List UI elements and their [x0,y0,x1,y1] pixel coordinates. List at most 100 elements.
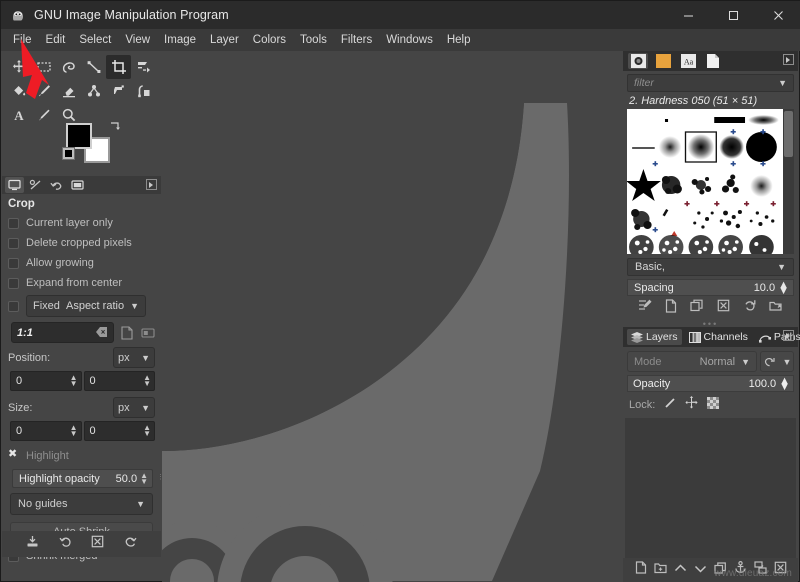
move-tool[interactable] [6,55,31,79]
raise-layer-icon[interactable] [674,561,687,579]
paintbrush-tool[interactable] [31,79,56,103]
menu-colors[interactable]: Colors [246,31,293,49]
save-tool-preset-icon[interactable] [26,535,39,553]
dock-menu-button[interactable] [146,179,157,190]
brush-filter-input[interactable]: filter ▼ [627,74,794,92]
bucket-fill-tool[interactable] [6,79,31,103]
position-y-input[interactable]: 0 ▲ ▼ [83,371,155,391]
delete-layer-icon[interactable] [774,561,787,579]
aspect-ratio-input[interactable]: 1:1 [11,322,114,343]
clear-entry-icon[interactable] [96,324,108,342]
brush-grid-inner[interactable] [625,109,783,259]
eraser-tool[interactable] [56,79,81,103]
size-height-input[interactable]: 0 ▲ ▼ [83,421,155,441]
refresh-brushes-icon[interactable] [743,299,756,317]
lock-pixels-icon[interactable] [664,396,676,414]
anchor-layer-icon[interactable] [734,561,747,579]
guides-combo[interactable]: No guides ▼ [10,493,153,515]
rectangle-select-tool[interactable] [31,55,56,79]
free-select-tool[interactable] [56,55,81,79]
images-tab[interactable] [68,177,87,193]
fixed-checkbox[interactable] [8,300,19,312]
brush-tag-combo[interactable]: Basic, ▼ [627,258,794,276]
airbrush-tool[interactable] [106,79,131,103]
warp-transform-tool[interactable] [81,79,106,103]
menu-layer[interactable]: Layer [203,31,246,49]
menu-filters[interactable]: Filters [334,31,379,49]
swap-colors-icon[interactable] [109,121,121,136]
spinner-arrows-icon[interactable]: ▲ ▼ [778,279,789,296]
duplicate-layer-icon[interactable] [713,561,727,579]
merge-layer-icon[interactable] [753,561,767,579]
lock-alpha-icon[interactable] [707,396,720,414]
menu-edit[interactable]: Edit [39,31,73,49]
size-width-input[interactable]: 0 ▲ ▼ [10,421,82,441]
menu-tools[interactable]: Tools [293,31,334,49]
brushes-dock-menu-button[interactable] [783,54,794,65]
minimize-button[interactable] [666,1,711,29]
paths-tool[interactable] [81,55,106,79]
fonts-tab[interactable]: Aa [678,53,698,69]
delete-cropped-pixels-checkbox[interactable] [8,237,19,249]
size-unit-combo[interactable]: px ▼ [113,397,155,418]
spinner-arrows-icon[interactable]: ▲ ▼ [143,424,151,438]
crop-tool[interactable] [106,55,131,79]
delete-brush-icon[interactable] [717,299,730,317]
menu-file[interactable]: File [6,31,39,49]
edit-brush-icon[interactable] [638,299,652,317]
menu-select[interactable]: Select [72,31,118,49]
menu-windows[interactable]: Windows [379,31,440,49]
tool-options-tab[interactable] [5,177,24,193]
menu-view[interactable]: View [118,31,157,49]
current-layer-only-checkbox[interactable] [8,217,19,229]
pencil-tool[interactable] [31,103,56,127]
position-unit-combo[interactable]: px ▼ [113,347,155,368]
undo-history-tab[interactable] [47,177,66,193]
allow-growing-checkbox[interactable] [8,257,19,269]
landscape-orientation-icon[interactable] [139,323,156,342]
layer-mode-combo[interactable]: Mode Normal ▼ [627,351,757,372]
fixed-aspect-combo[interactable]: Fixed Aspect ratio ▼ [26,295,146,317]
chevron-down-icon[interactable]: ▼ [778,78,787,88]
foreground-color-swatch[interactable] [66,123,92,149]
restore-tool-preset-icon[interactable] [59,535,72,553]
patterns-tab[interactable] [653,53,673,69]
layer-mode-extra-button[interactable]: ▼ [760,351,794,372]
highlight-row[interactable]: Highlight [2,446,161,466]
portrait-orientation-icon[interactable] [118,323,135,342]
brush-grid-scrollbar[interactable] [783,109,794,254]
expand-from-center-checkbox[interactable] [8,277,19,289]
document-history-tab[interactable] [703,53,723,69]
dock-separator-grip[interactable]: ••• [623,319,798,329]
layers-dock-menu-button[interactable] [783,330,794,341]
maximize-button[interactable] [711,1,756,29]
position-x-input[interactable]: 0 ▲ ▼ [10,371,82,391]
spinner-arrows-icon[interactable]: ▲ ▼ [143,374,151,388]
open-brush-folder-icon[interactable] [769,299,783,317]
current-layer-only-row[interactable]: Current layer only [2,213,161,233]
brushes-tab[interactable] [628,53,648,69]
spinner-arrows-icon[interactable]: ▲ ▼ [70,374,78,388]
scrollbar-thumb[interactable] [784,111,793,157]
canvas-area[interactable] [162,51,625,582]
reset-colors-icon[interactable] [62,147,75,160]
tab-channels[interactable]: Channels [685,329,752,345]
allow-growing-row[interactable]: Allow growing [2,253,161,273]
spinner-arrows-icon[interactable]: ▲ ▼ [779,375,790,392]
layer-opacity-slider[interactable]: Opacity 100.0 ▲ ▼ [627,375,794,392]
brush-spacing-slider[interactable]: Spacing 10.0 ▲ ▼ [627,279,794,296]
delete-tool-preset-icon[interactable] [91,535,104,553]
duplicate-brush-icon[interactable] [690,299,704,317]
new-brush-icon[interactable] [665,298,677,318]
tab-layers[interactable]: Layers [627,329,682,345]
text-tool[interactable]: A [6,103,31,127]
clone-tool[interactable] [131,79,156,103]
new-layer-group-icon[interactable] [653,561,667,579]
menu-help[interactable]: Help [440,31,478,49]
menu-image[interactable]: Image [157,31,203,49]
new-layer-icon[interactable] [635,561,647,579]
close-button[interactable] [756,1,800,29]
expand-from-center-row[interactable]: Expand from center [2,273,161,293]
highlight-opacity-slider[interactable]: Highlight opacity 50.0 ▲ ▼ [12,469,153,488]
reset-tool-options-icon[interactable] [124,535,137,553]
